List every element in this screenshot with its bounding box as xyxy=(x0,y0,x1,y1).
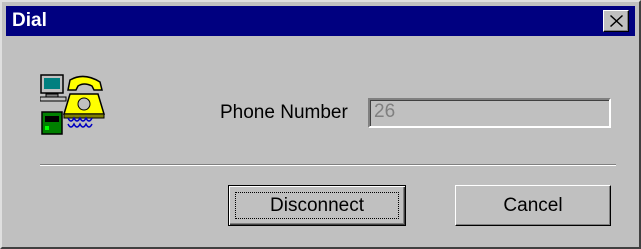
phone-number-field[interactable]: 26 xyxy=(368,98,611,128)
dial-dialog: Dial Phone Number 26 Disconnect Cancel xyxy=(0,0,641,249)
close-icon xyxy=(610,15,623,27)
cancel-button[interactable]: Cancel xyxy=(455,185,611,226)
phone-number-label: Phone Number xyxy=(220,102,348,123)
computer-phone-icon xyxy=(40,74,106,135)
disconnect-button[interactable]: Disconnect xyxy=(228,185,406,226)
separator xyxy=(40,164,616,166)
title-bar[interactable]: Dial xyxy=(6,6,635,36)
disconnect-label: Disconnect xyxy=(270,195,364,216)
window-title: Dial xyxy=(12,10,47,31)
close-button[interactable] xyxy=(603,10,629,32)
